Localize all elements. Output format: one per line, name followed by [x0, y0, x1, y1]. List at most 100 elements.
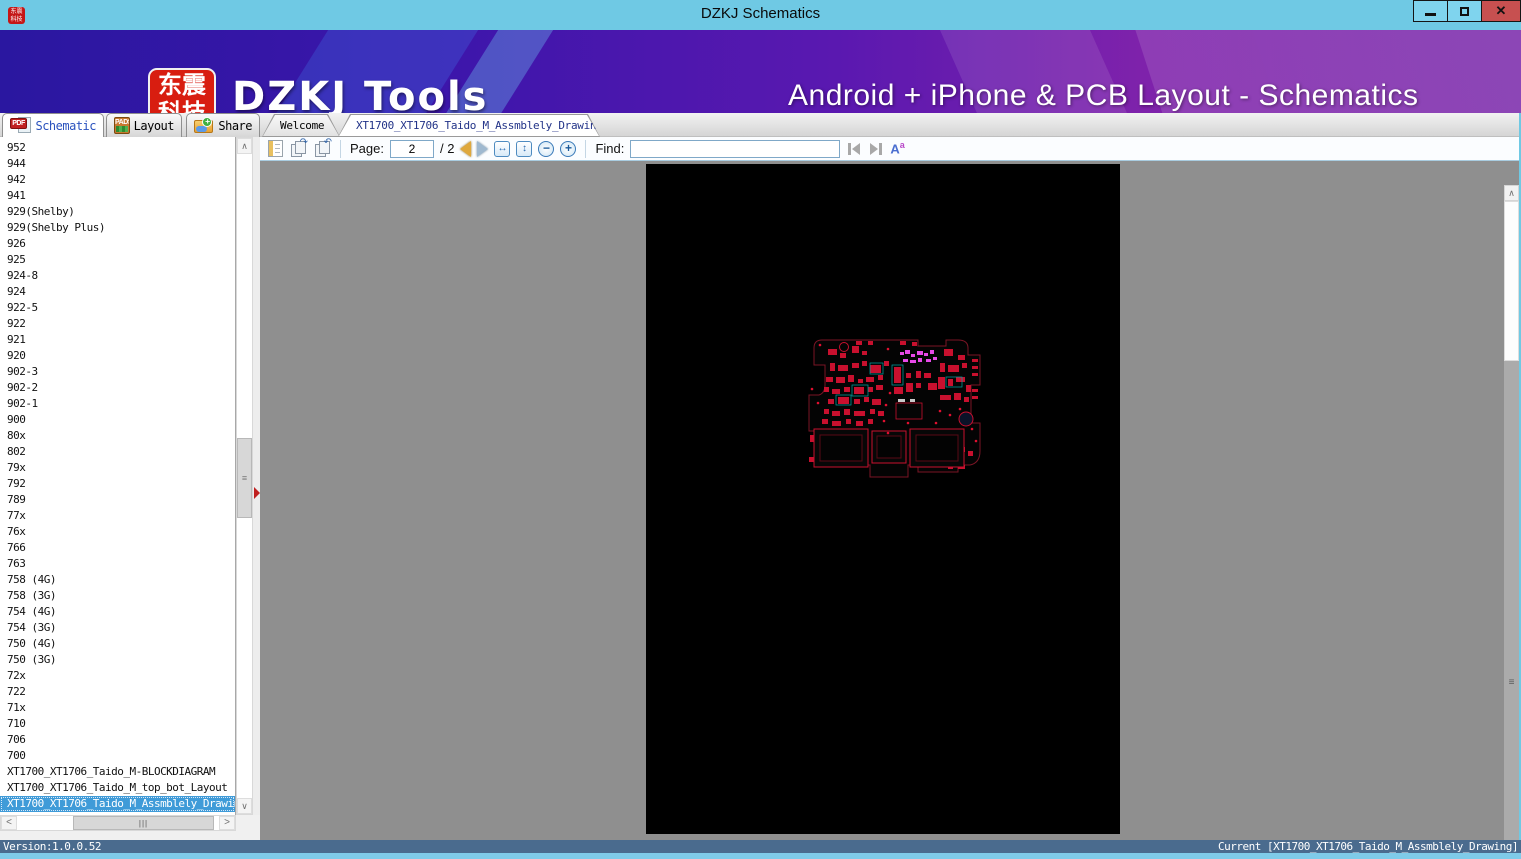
list-item[interactable]: 706: [0, 732, 235, 748]
list-item[interactable]: 758 (4G): [0, 572, 235, 588]
list-item[interactable]: 758 (3G): [0, 588, 235, 604]
list-item[interactable]: 952: [0, 140, 235, 156]
zoom-in-button[interactable]: +: [560, 141, 576, 157]
banner-tagline: Android + iPhone & PCB Layout - Schemati…: [788, 79, 1419, 113]
viewer-scroll-grip[interactable]: ≡: [1504, 677, 1519, 688]
list-item[interactable]: 900: [0, 412, 235, 428]
minimize-button[interactable]: [1413, 0, 1448, 22]
minimize-icon: [1425, 13, 1436, 16]
list-item[interactable]: 924-8: [0, 268, 235, 284]
list-item[interactable]: 754 (3G): [0, 620, 235, 636]
list-item[interactable]: 929(Shelby Plus): [0, 220, 235, 236]
status-bar: Version:1.0.0.52 Current [XT1700_XT1706_…: [0, 840, 1521, 853]
list-item[interactable]: 80x: [0, 428, 235, 444]
close-button[interactable]: ✕: [1481, 0, 1521, 22]
viewer-vertical-scrollbar[interactable]: ∧ ≡ ∨: [1504, 185, 1519, 859]
list-item[interactable]: 920: [0, 348, 235, 364]
pdf-toolbar: ↷ ↶ Page: / 2 ↔ ↕ − + Find:: [260, 137, 1521, 161]
list-item[interactable]: 802: [0, 444, 235, 460]
close-tab-icon[interactable]: x: [609, 119, 615, 133]
list-item[interactable]: 942: [0, 172, 235, 188]
window-bottom-edge: [0, 853, 1521, 859]
list-item[interactable]: 750 (4G): [0, 636, 235, 652]
previous-page-button[interactable]: [460, 141, 471, 157]
tab-share[interactable]: + Share: [186, 113, 260, 137]
list-item[interactable]: 926: [0, 236, 235, 252]
sidebar-horizontal-scrollbar[interactable]: < ||| >: [0, 815, 236, 831]
share-folder-icon: +: [194, 117, 214, 134]
list-item[interactable]: XT1700_XT1706_Taido_M_top_bot_Layout: [0, 780, 235, 796]
list-item[interactable]: 902-1: [0, 396, 235, 412]
sidebar: 952944942941929(Shelby)929(Shelby Plus)9…: [0, 137, 260, 840]
list-item[interactable]: 700: [0, 748, 235, 764]
list-item[interactable]: 77x: [0, 508, 235, 524]
maximize-button[interactable]: [1447, 0, 1482, 22]
pdf-page[interactable]: [646, 164, 1120, 834]
sidebar-splitter[interactable]: [253, 137, 260, 815]
sidebar-scroll-thumb[interactable]: ≡: [237, 438, 252, 518]
list-item[interactable]: 902-2: [0, 380, 235, 396]
list-item[interactable]: XT1700_XT1706_Taido_M_Assmblely_Drawing: [0, 796, 235, 812]
list-item[interactable]: 754 (4G): [0, 604, 235, 620]
list-item[interactable]: 72x: [0, 668, 235, 684]
list-item[interactable]: 792: [0, 476, 235, 492]
model-list: 952944942941929(Shelby)929(Shelby Plus)9…: [0, 137, 236, 815]
brand-title: DZKJ Tools: [232, 74, 488, 113]
fit-page-button[interactable]: ↕: [516, 141, 532, 157]
scroll-down-icon[interactable]: ∨: [237, 798, 252, 814]
find-input[interactable]: [630, 140, 840, 158]
document-pane: ↷ ↶ Page: / 2 ↔ ↕ − + Find:: [260, 137, 1521, 840]
page-total: / 2: [440, 141, 454, 156]
maximize-icon: [1460, 7, 1469, 16]
list-item[interactable]: 944: [0, 156, 235, 172]
company-logo: 东震科技: [148, 68, 216, 113]
sidebar-vertical-scrollbar[interactable]: ∧ ≡ ∨: [236, 137, 253, 815]
tab-schematic[interactable]: PDF Schematic: [2, 113, 104, 137]
next-page-button[interactable]: [477, 141, 488, 157]
page-viewer[interactable]: ∧ ≡ ∨: [260, 161, 1521, 840]
list-item[interactable]: 941: [0, 188, 235, 204]
zoom-out-button[interactable]: −: [538, 141, 554, 157]
scroll-up-icon[interactable]: ∧: [237, 138, 252, 154]
list-item[interactable]: 79x: [0, 460, 235, 476]
list-item[interactable]: 922: [0, 316, 235, 332]
scroll-up-icon[interactable]: ∧: [1504, 185, 1519, 201]
tab-label: XT1700_XT1706_Taido_M_Assmblely_Drawing: [356, 119, 603, 132]
page-label: Page:: [350, 141, 384, 156]
list-item[interactable]: 763: [0, 556, 235, 572]
app-window: 东震科技 DZKJ Schematics ✕ 东震科技 DZKJ Tools A…: [0, 0, 1521, 859]
fit-width-button[interactable]: ↔: [494, 141, 510, 157]
rotate-clockwise-icon[interactable]: ↷: [289, 140, 307, 157]
list-item[interactable]: 71x: [0, 700, 235, 716]
list-item[interactable]: 922-5: [0, 300, 235, 316]
list-item[interactable]: XT1700_XT1706_Taido_M-BLOCKDIAGRAM: [0, 764, 235, 780]
tab-bar: PDF Schematic PADS Layout + Share Welcom…: [0, 113, 1521, 137]
list-item[interactable]: 76x: [0, 524, 235, 540]
list-item[interactable]: 766: [0, 540, 235, 556]
find-previous-icon[interactable]: [846, 142, 862, 156]
viewer-scroll-thumb[interactable]: [1504, 201, 1519, 361]
list-item[interactable]: 921: [0, 332, 235, 348]
list-item[interactable]: 722: [0, 684, 235, 700]
find-next-icon[interactable]: [868, 142, 884, 156]
tab-document-assembly-drawing[interactable]: XT1700_XT1706_Taido_M_Assmblely_Drawing …: [338, 114, 600, 137]
font-size-icon[interactable]: Aa: [890, 140, 904, 156]
tab-layout[interactable]: PADS Layout: [106, 113, 182, 137]
list-item[interactable]: 925: [0, 252, 235, 268]
scroll-left-icon[interactable]: <: [1, 816, 17, 830]
list-item[interactable]: 902-3: [0, 364, 235, 380]
copy-page-icon[interactable]: [268, 140, 283, 157]
list-item[interactable]: 924: [0, 284, 235, 300]
list-item[interactable]: 789: [0, 492, 235, 508]
list-item[interactable]: 929(Shelby): [0, 204, 235, 220]
tab-welcome[interactable]: Welcome: [262, 114, 340, 137]
pads-icon: PADS: [114, 117, 130, 134]
list-item[interactable]: 750 (3G): [0, 652, 235, 668]
rotate-counterclockwise-icon[interactable]: ↶: [313, 140, 331, 157]
header-banner: 东震科技 DZKJ Tools Android + iPhone & PCB L…: [0, 30, 1521, 113]
sidebar-hscroll-thumb[interactable]: |||: [73, 816, 214, 830]
tab-label: Welcome: [280, 119, 324, 132]
page-number-input[interactable]: [390, 140, 434, 158]
scroll-right-icon[interactable]: >: [219, 816, 235, 830]
list-item[interactable]: 710: [0, 716, 235, 732]
